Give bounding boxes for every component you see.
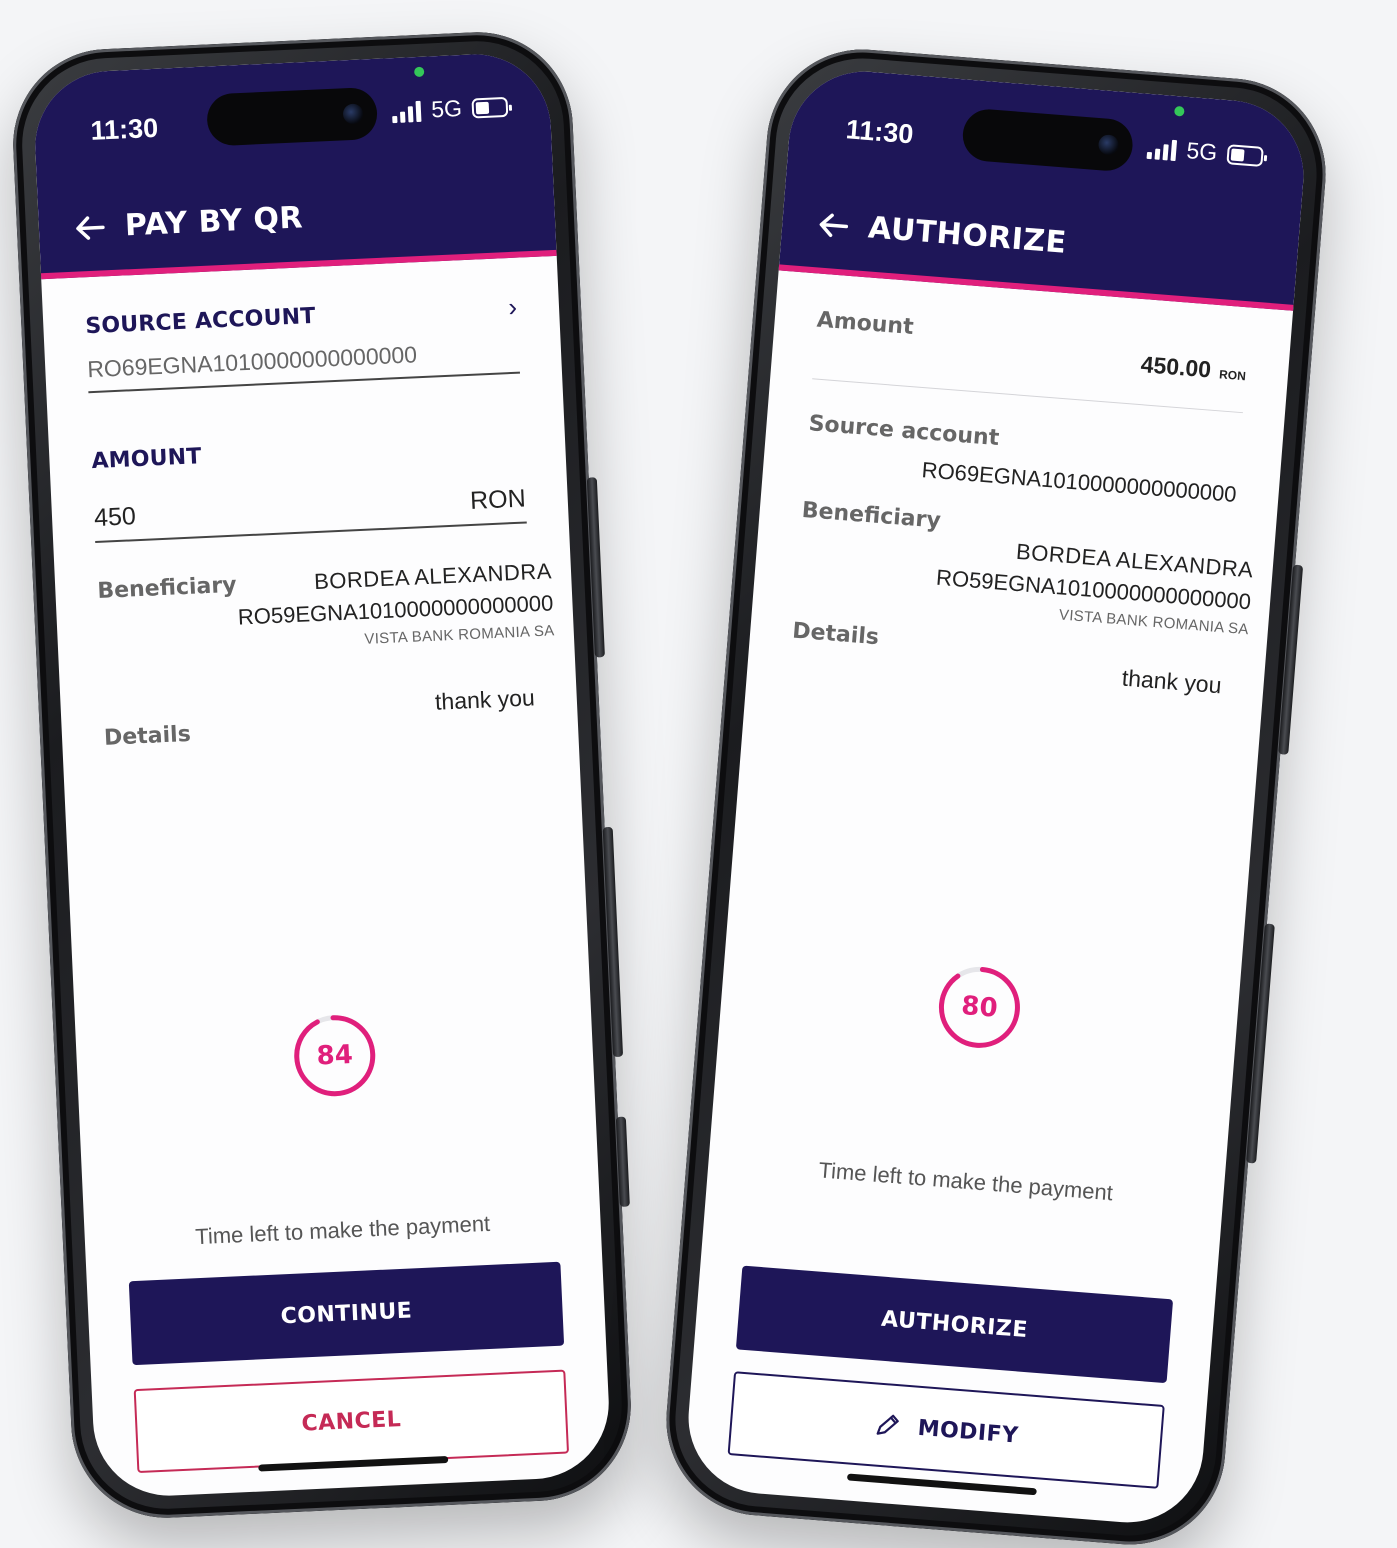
amount-group: AMOUNT 450 RON xyxy=(91,430,527,544)
battery-icon xyxy=(1226,143,1264,167)
details-value: thank you xyxy=(1120,664,1223,699)
countdown-caption: Time left to make the payment xyxy=(817,1157,1114,1206)
details-label: Details xyxy=(791,618,880,651)
phone-left: 11:30 5G PAY BY QR SOURCE ACCOUNT › RO69… xyxy=(8,28,636,1522)
status-icons: 5G xyxy=(1146,134,1264,170)
continue-button[interactable]: CONTINUE xyxy=(128,1261,565,1366)
screen-right: 11:30 5G AUTHORIZE Amount 450.00 RON Sou… xyxy=(682,65,1310,1529)
form-content: SOURCE ACCOUNT › RO69EGNA101000000000000… xyxy=(41,256,578,753)
details-value: thank you xyxy=(434,684,536,715)
currency-label: RON xyxy=(469,484,527,515)
amount-currency: RON xyxy=(1218,367,1247,384)
screen-left: 11:30 5G PAY BY QR SOURCE ACCOUNT › RO69… xyxy=(31,51,613,1499)
countdown-timer: 84 Time left to make the payment xyxy=(75,1000,601,1255)
dynamic-island xyxy=(206,86,379,147)
details-row: Details thank you xyxy=(103,684,537,751)
signal-icon xyxy=(1146,136,1178,161)
source-account-selector[interactable]: SOURCE ACCOUNT › RO69EGNA101000000000000… xyxy=(85,292,520,394)
source-account-row: Source account RO69EGNA1010000000000000 xyxy=(805,411,1241,508)
beneficiary-row: Beneficiary BORDEA ALEXANDRA RO59EGNA101… xyxy=(96,558,555,660)
signal-icon xyxy=(392,99,422,123)
chevron-right-icon: › xyxy=(507,291,518,323)
amount-input[interactable]: 450 xyxy=(93,502,136,533)
title-row: AUTHORIZE xyxy=(817,206,1068,261)
beneficiary-label: Beneficiary xyxy=(800,497,942,534)
app-header: 11:30 5G AUTHORIZE xyxy=(778,65,1310,311)
amount-label: Amount xyxy=(815,307,915,341)
network-label: 5G xyxy=(1185,137,1219,166)
back-arrow-icon[interactable] xyxy=(817,211,849,239)
countdown-value: 80 xyxy=(960,990,999,1024)
modify-label: MODIFY xyxy=(916,1415,1020,1449)
cancel-button[interactable]: CANCEL xyxy=(133,1369,570,1474)
phone-right: 11:30 5G AUTHORIZE Amount 450.00 RON Sou… xyxy=(659,42,1333,1548)
battery-icon xyxy=(471,96,509,119)
back-arrow-icon[interactable] xyxy=(74,214,105,241)
app-header: 11:30 5G PAY BY QR xyxy=(31,51,557,280)
amount-label: AMOUNT xyxy=(90,444,203,475)
beneficiary-info: BORDEA ALEXANDRA RO59EGNA101000000000000… xyxy=(236,558,554,653)
details-label: Details xyxy=(103,721,192,751)
pencil-icon xyxy=(877,1414,900,1435)
countdown-value: 84 xyxy=(315,1039,354,1072)
screen-title: PAY BY QR xyxy=(124,200,304,244)
countdown-timer: 80 Time left to make the payment xyxy=(707,943,1240,1215)
status-time: 11:30 xyxy=(89,112,159,146)
status-icons: 5G xyxy=(392,93,509,125)
beneficiary-info: BORDEA ALEXANDRA RO59EGNA101000000000000… xyxy=(933,533,1254,638)
network-label: 5G xyxy=(430,94,463,123)
beneficiary-row: Beneficiary BORDEA ALEXANDRA RO59EGNA101… xyxy=(795,497,1254,638)
authorize-button[interactable]: AUTHORIZE xyxy=(735,1265,1174,1384)
stage: 11:30 5G PAY BY QR SOURCE ACCOUNT › RO69… xyxy=(0,0,1397,1548)
countdown-caption: Time left to make the payment xyxy=(194,1210,491,1250)
amount-row: Amount 450.00 RON xyxy=(812,307,1249,414)
amount-value: 450.00 xyxy=(1139,351,1213,383)
title-row: PAY BY QR xyxy=(74,200,304,245)
modify-button[interactable]: MODIFY xyxy=(727,1371,1165,1489)
status-time: 11:30 xyxy=(844,114,915,150)
screen-title: AUTHORIZE xyxy=(866,210,1068,261)
beneficiary-label: Beneficiary xyxy=(96,572,238,604)
summary-content: Amount 450.00 RON Source account RO69EGN… xyxy=(748,270,1293,702)
